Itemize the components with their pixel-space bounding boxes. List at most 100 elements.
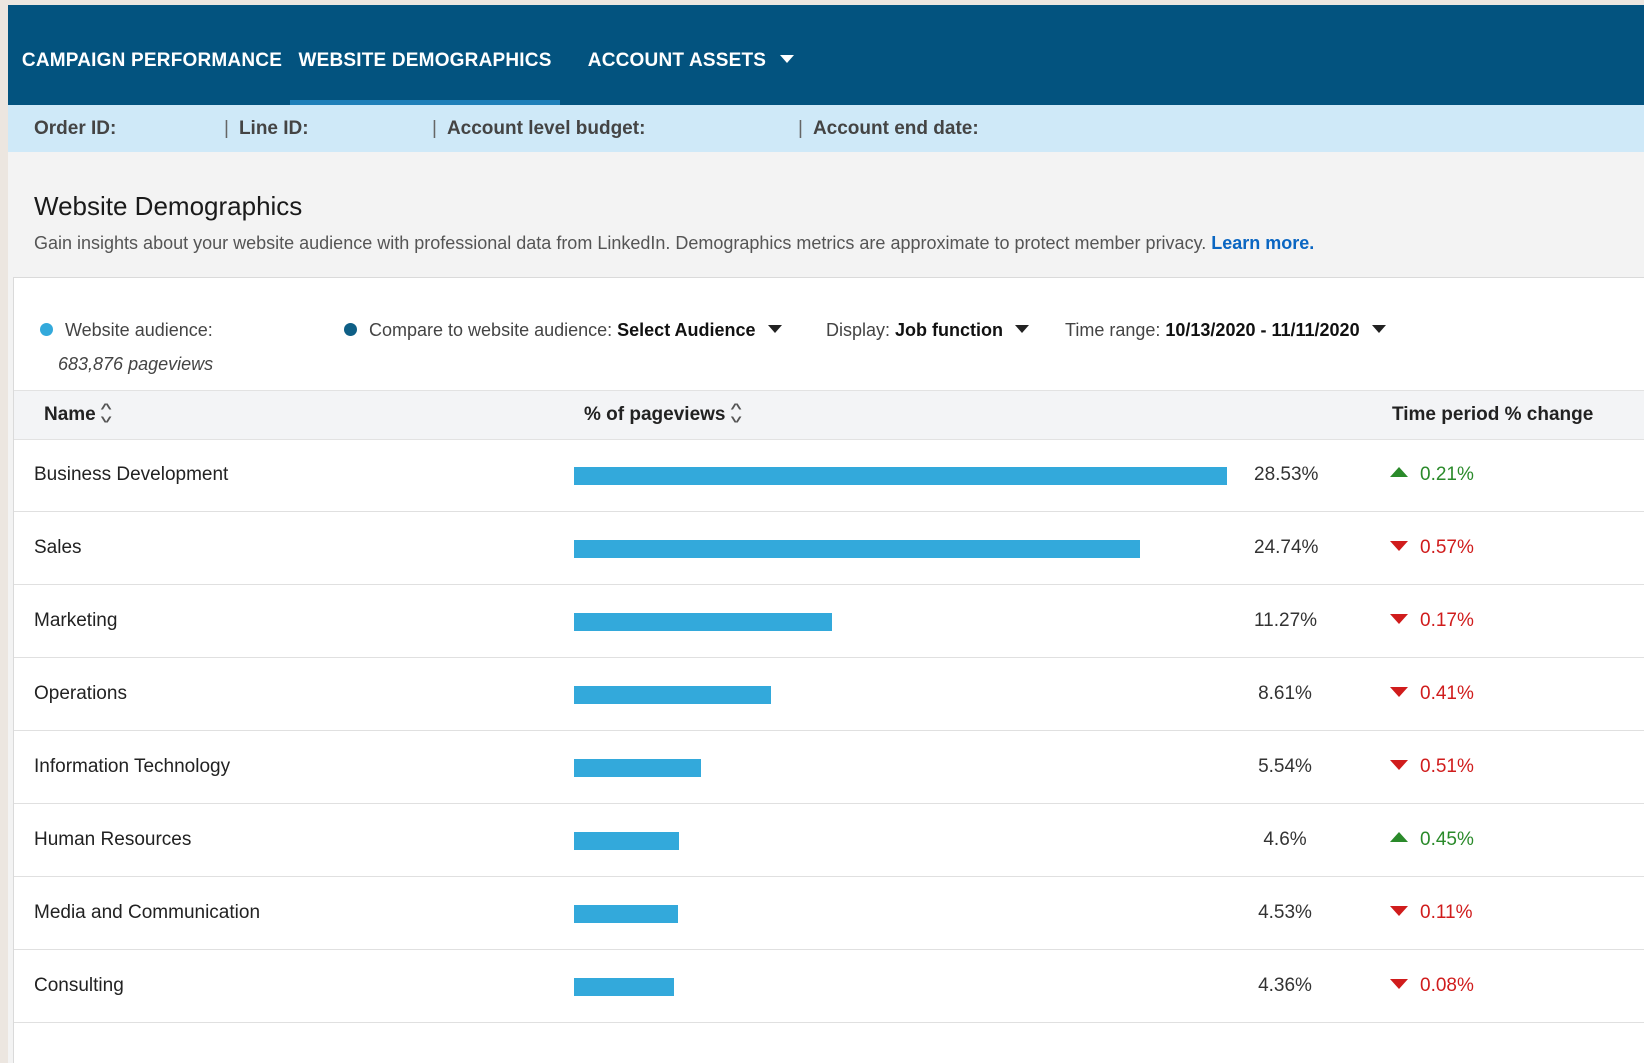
row-percentage: 28.53% bbox=[1254, 464, 1319, 485]
row-name: Consulting bbox=[34, 975, 124, 996]
row-name: Operations bbox=[34, 683, 127, 704]
pageviews-bar bbox=[574, 832, 679, 850]
account-info-bar: Order ID: | Line ID: | Account level budge… bbox=[8, 105, 1644, 152]
table-row[interactable]: Media and Communication 4.53% 0.11% bbox=[14, 877, 1644, 950]
caret-down-icon bbox=[1371, 325, 1386, 334]
page-title: Website Demographics bbox=[34, 191, 303, 221]
demographics-card: Website audience: 683,876 pageviews Comp… bbox=[13, 277, 1644, 1063]
row-change: 0.57% bbox=[1390, 512, 1474, 584]
display-dropdown[interactable]: Display: Job function bbox=[826, 320, 1030, 341]
top-nav: CAMPAIGN PERFORMANCE WEBSITE DEMOGRAPHIC… bbox=[8, 5, 1644, 105]
triangle-down-icon bbox=[1390, 540, 1408, 551]
header-label: Name bbox=[44, 404, 96, 425]
row-percentage: 4.6% bbox=[1263, 829, 1307, 850]
compare-audience-dropdown[interactable]: Compare to website audience: Select Audi… bbox=[344, 320, 782, 341]
column-header-name[interactable]: Name ^ ^ bbox=[44, 391, 112, 439]
end-date-label: Account end date: bbox=[812, 118, 979, 139]
row-change: 0.51% bbox=[1390, 731, 1474, 803]
change-value: 0.41% bbox=[1420, 683, 1474, 704]
compare-label: Compare to website audience: bbox=[369, 320, 613, 340]
row-percentage: 5.54% bbox=[1258, 756, 1312, 777]
triangle-down-icon bbox=[1390, 905, 1408, 916]
pageviews-bar bbox=[574, 613, 832, 631]
time-range-dropdown[interactable]: Time range: 10/13/2020 - 11/11/2020 bbox=[1065, 320, 1386, 341]
change-value: 0.45% bbox=[1420, 829, 1474, 850]
table-row[interactable]: Consulting 4.36% 0.08% bbox=[14, 950, 1644, 1023]
separator: | bbox=[224, 118, 229, 139]
app-frame: CAMPAIGN PERFORMANCE WEBSITE DEMOGRAPHIC… bbox=[8, 5, 1644, 1063]
table-row[interactable]: Sales 24.74% 0.57% bbox=[14, 512, 1644, 585]
triangle-down-icon bbox=[1390, 759, 1408, 770]
website-audience-legend: Website audience: bbox=[40, 320, 213, 341]
budget-label: Account level budget: bbox=[446, 118, 646, 139]
tab-account-assets[interactable]: ACCOUNT ASSETS bbox=[578, 5, 804, 105]
row-name: Information Technology bbox=[34, 756, 231, 777]
table-header: Name ^ ^ % of pageviews ^ ^ Time period % ch… bbox=[14, 390, 1644, 440]
caret-down-icon bbox=[780, 54, 795, 63]
triangle-up-icon bbox=[1390, 466, 1408, 477]
compare-value: Select Audience bbox=[617, 320, 756, 340]
triangle-down-icon bbox=[1390, 686, 1408, 697]
row-name: Human Resources bbox=[34, 829, 192, 850]
row-name: Media and Communication bbox=[34, 902, 261, 923]
row-name: Business Development bbox=[34, 464, 229, 485]
change-value: 0.57% bbox=[1420, 537, 1474, 558]
pageviews-bar bbox=[574, 686, 771, 704]
row-change: 0.08% bbox=[1390, 950, 1474, 1022]
table-row[interactable]: Human Resources 4.6% 0.45% bbox=[14, 804, 1644, 877]
column-header-change: Time period % change bbox=[1392, 404, 1594, 425]
column-header-pageviews[interactable]: % of pageviews ^ ^ bbox=[584, 391, 741, 439]
pageviews-bar bbox=[574, 759, 701, 777]
row-percentage: 24.74% bbox=[1254, 537, 1319, 558]
change-value: 0.17% bbox=[1420, 610, 1474, 631]
row-change: 0.21% bbox=[1390, 439, 1474, 511]
row-change: 0.17% bbox=[1390, 585, 1474, 657]
change-value: 0.21% bbox=[1420, 464, 1474, 485]
tab-label: ACCOUNT ASSETS bbox=[587, 50, 767, 71]
table-row[interactable]: Operations 8.61% 0.41% bbox=[14, 658, 1644, 731]
table-row[interactable]: Business Development 28.53% 0.21% bbox=[14, 439, 1644, 512]
pageviews-bar bbox=[574, 467, 1227, 485]
pageviews-bar bbox=[574, 540, 1140, 558]
page-description: Gain insights about your website audienc… bbox=[34, 233, 1314, 254]
learn-more-link[interactable]: Learn more. bbox=[1211, 233, 1314, 253]
table-row[interactable]: Marketing 11.27% 0.17% bbox=[14, 585, 1644, 658]
row-percentage: 11.27% bbox=[1254, 610, 1318, 631]
compare-dot-icon bbox=[344, 322, 357, 336]
line-id-label: Line ID: bbox=[238, 118, 309, 139]
row-change: 0.11% bbox=[1390, 877, 1472, 949]
tab-campaign-performance[interactable]: CAMPAIGN PERFORMANCE bbox=[8, 5, 296, 105]
table-row[interactable]: Information Technology 5.54% 0.51% bbox=[14, 731, 1644, 804]
sort-icon[interactable]: ^ ^ bbox=[730, 401, 741, 426]
display-value: Job function bbox=[895, 320, 1004, 340]
row-name: Sales bbox=[34, 537, 82, 558]
audience-dot-icon bbox=[40, 322, 53, 336]
separator: | bbox=[798, 118, 803, 139]
sort-icon[interactable]: ^ ^ bbox=[100, 401, 111, 426]
tab-label: WEBSITE DEMOGRAPHICS bbox=[298, 50, 552, 71]
header-label: % of pageviews bbox=[584, 404, 726, 425]
triangle-down-icon bbox=[1390, 978, 1408, 989]
row-name: Marketing bbox=[34, 610, 118, 631]
pageviews-bar bbox=[574, 978, 674, 996]
budget-field: | Account level budget: bbox=[432, 105, 645, 152]
pageviews-bar bbox=[574, 905, 678, 923]
row-percentage: 8.61% bbox=[1258, 683, 1312, 704]
display-label: Display: bbox=[826, 320, 891, 340]
tab-website-demographics[interactable]: WEBSITE DEMOGRAPHICS bbox=[290, 5, 560, 105]
separator: | bbox=[432, 118, 437, 139]
change-value: 0.51% bbox=[1420, 756, 1474, 777]
row-change: 0.41% bbox=[1390, 658, 1474, 730]
triangle-up-icon bbox=[1390, 831, 1408, 842]
audience-label: Website audience: bbox=[65, 320, 213, 340]
table-body: Business Development 28.53% 0.21% Sales 24.7… bbox=[14, 439, 1644, 1023]
time-label: Time range: bbox=[1065, 320, 1161, 340]
audience-pageviews: 683,876 pageviews bbox=[58, 354, 214, 374]
description-text: Gain insights about your website audienc… bbox=[34, 233, 1207, 253]
tab-label: CAMPAIGN PERFORMANCE bbox=[21, 50, 283, 71]
triangle-down-icon bbox=[1390, 613, 1408, 624]
time-value: 10/13/2020 - 11/11/2020 bbox=[1165, 320, 1360, 340]
caret-down-icon bbox=[1015, 325, 1030, 334]
row-percentage: 4.36% bbox=[1258, 975, 1312, 996]
order-id-label: Order ID: bbox=[34, 118, 117, 139]
